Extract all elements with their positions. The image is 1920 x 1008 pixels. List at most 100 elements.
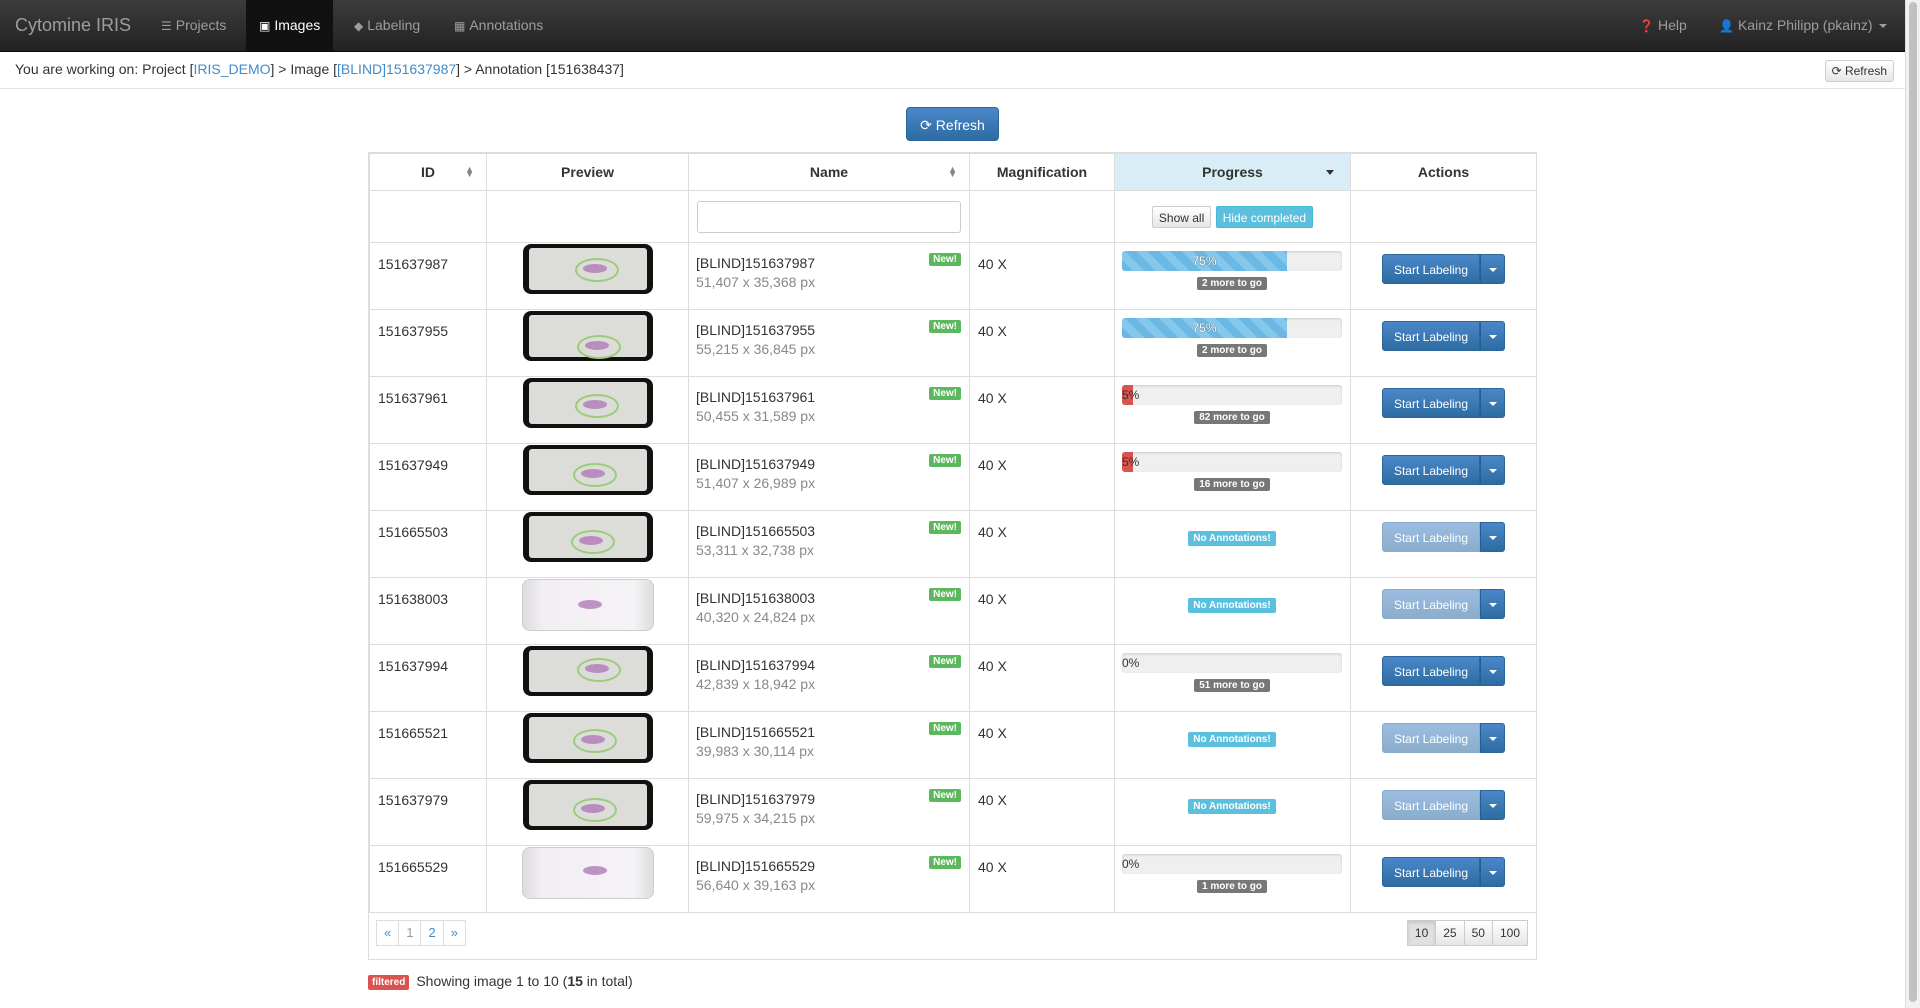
page-size-50[interactable]: 50 — [1463, 920, 1493, 946]
start-labeling-dropdown[interactable] — [1480, 321, 1505, 351]
image-thumbnail[interactable] — [522, 780, 653, 830]
cell-actions: Start Labeling — [1350, 778, 1537, 846]
image-thumbnail[interactable] — [522, 311, 653, 361]
start-labeling-dropdown[interactable] — [1480, 388, 1505, 418]
start-labeling-button[interactable]: Start Labeling — [1382, 656, 1480, 686]
pagination-next[interactable]: » — [442, 920, 466, 946]
image-thumbnail[interactable] — [522, 445, 653, 495]
tissue-graphic — [578, 536, 603, 545]
pagination-prev[interactable]: « — [376, 920, 400, 946]
breadcrumb-project-link[interactable]: IRIS_DEMO — [193, 61, 270, 77]
start-labeling-button[interactable]: Start Labeling — [1382, 455, 1480, 485]
start-labeling-button[interactable]: Start Labeling — [1382, 254, 1480, 284]
progress-bar: 5% — [1122, 385, 1342, 405]
cell-progress: No Annotations! — [1114, 711, 1351, 779]
start-labeling-dropdown[interactable] — [1480, 857, 1505, 887]
refresh-button[interactable]: ⟳ Refresh — [906, 107, 999, 141]
image-thumbnail[interactable] — [522, 646, 653, 696]
start-labeling-group: Start Labeling — [1382, 388, 1505, 418]
nav-annotations[interactable]: ▦ Annotations — [441, 0, 556, 51]
start-labeling-button[interactable]: Start Labeling — [1382, 388, 1480, 418]
start-labeling-group: Start Labeling — [1382, 857, 1505, 887]
image-dimensions: 51,407 x 35,368 px — [696, 274, 816, 290]
page-scrollbar[interactable] — [1905, 0, 1920, 1008]
table-row[interactable]: 151637994 [BLIND]151637994 42,839 x 18,9… — [369, 644, 1537, 712]
pagination-page-1[interactable]: 1 — [398, 920, 422, 946]
nav-labeling[interactable]: ◆ Labeling — [341, 0, 433, 51]
table-row[interactable]: 151637949 [BLIND]151637949 51,407 x 26,9… — [369, 443, 1537, 511]
page-size-25[interactable]: 25 — [1435, 920, 1465, 946]
image-name: [BLIND]151637949 — [696, 456, 816, 472]
header-id[interactable]: ID ▲ ▼ — [369, 153, 487, 191]
start-labeling-dropdown[interactable] — [1480, 723, 1505, 753]
table-row[interactable]: 151637987 [BLIND]151637987 51,407 x 35,3… — [369, 242, 1537, 310]
cell-progress: 0% 51 more to go — [1114, 644, 1351, 712]
start-labeling-button[interactable]: Start Labeling — [1382, 723, 1480, 753]
cell-preview — [486, 510, 689, 578]
cell-progress: No Annotations! — [1114, 577, 1351, 645]
refresh-button-label: Refresh — [935, 117, 985, 133]
image-thumbnail[interactable] — [521, 847, 654, 899]
header-progress[interactable]: Progress — [1114, 153, 1351, 191]
image-thumbnail[interactable] — [522, 378, 653, 428]
breadcrumb: You are working on: Project [IRIS_DEMO] … — [15, 61, 624, 77]
start-labeling-dropdown[interactable] — [1480, 254, 1505, 284]
start-labeling-dropdown[interactable] — [1480, 790, 1505, 820]
hide-completed-button[interactable]: Hide completed — [1215, 205, 1314, 228]
nav-projects[interactable]: ☰ Projects — [148, 0, 239, 51]
table-row[interactable]: 151665503 [BLIND]151665503 53,311 x 32,7… — [369, 510, 1537, 578]
table-row[interactable]: 151637979 [BLIND]151637979 59,975 x 34,2… — [369, 778, 1537, 846]
magnification-value: 40 X — [978, 725, 1007, 741]
cell-actions: Start Labeling — [1350, 242, 1537, 310]
start-labeling-button[interactable]: Start Labeling — [1382, 321, 1480, 351]
start-labeling-button[interactable]: Start Labeling — [1382, 589, 1480, 619]
pagination-page-2[interactable]: 2 — [420, 920, 444, 946]
cell-actions: Start Labeling — [1350, 577, 1537, 645]
image-thumbnail[interactable] — [521, 579, 654, 631]
start-labeling-dropdown[interactable] — [1480, 589, 1505, 619]
start-labeling-button[interactable]: Start Labeling — [1382, 857, 1480, 887]
name-filter-input[interactable] — [697, 200, 961, 233]
page-size-selector: 10 25 50 100 — [1406, 920, 1528, 946]
table-row[interactable]: 151638003 [BLIND]151638003 40,320 x 24,8… — [369, 577, 1537, 645]
breadcrumb-refresh-button[interactable]: ⟳ Refresh — [1824, 60, 1894, 82]
start-labeling-dropdown[interactable] — [1480, 455, 1505, 485]
header-name[interactable]: Name ▲ ▼ — [688, 153, 970, 191]
breadcrumb-image-link[interactable]: [BLIND]151637987 — [337, 61, 456, 77]
table-row[interactable]: 151665529 [BLIND]151665529 56,640 x 39,1… — [369, 845, 1537, 913]
image-thumbnail[interactable] — [522, 244, 653, 294]
scrollbar-thumb[interactable] — [1909, 2, 1917, 1002]
nav-help[interactable]: ❓ Help — [1626, 0, 1700, 51]
image-dimensions: 53,311 x 32,738 px — [696, 542, 815, 558]
page-size-100[interactable]: 100 — [1491, 920, 1528, 946]
start-labeling-button[interactable]: Start Labeling — [1382, 790, 1480, 820]
user-menu[interactable]: 👤 Kainz Philipp (pkainz) — [1706, 0, 1900, 51]
progress-bar: 75% — [1122, 318, 1342, 338]
list-icon: ☰ — [161, 19, 172, 33]
new-badge: New! — [929, 521, 961, 534]
table-row[interactable]: 151637961 [BLIND]151637961 50,455 x 31,5… — [369, 376, 1537, 444]
header-magnification: Magnification — [969, 153, 1115, 191]
start-labeling-dropdown[interactable] — [1480, 522, 1505, 552]
pagination: « 1 2 » — [376, 920, 466, 946]
magnification-value: 40 X — [978, 323, 1007, 339]
image-dimensions: 40,320 x 24,824 px — [696, 609, 816, 625]
start-labeling-dropdown[interactable] — [1480, 656, 1505, 686]
show-all-button[interactable]: Show all — [1151, 205, 1212, 228]
image-thumbnail[interactable] — [522, 713, 653, 763]
cell-magnification: 40 X — [969, 510, 1115, 578]
cell-id: 151637949 — [369, 443, 487, 511]
brand-logo[interactable]: Cytomine IRIS — [15, 15, 131, 36]
tissue-graphic — [582, 866, 607, 875]
page-size-10[interactable]: 10 — [1406, 920, 1437, 946]
cell-actions: Start Labeling — [1350, 644, 1537, 712]
start-labeling-button[interactable]: Start Labeling — [1382, 522, 1480, 552]
new-badge: New! — [929, 253, 961, 266]
start-labeling-group: Start Labeling — [1382, 790, 1505, 820]
nav-images[interactable]: ▣ Images — [246, 0, 334, 51]
table-row[interactable]: 151665521 [BLIND]151665521 39,983 x 30,1… — [369, 711, 1537, 779]
table-row[interactable]: 151637955 [BLIND]151637955 55,215 x 36,8… — [369, 309, 1537, 377]
image-thumbnail[interactable] — [522, 512, 653, 562]
image-id: 151665503 — [378, 524, 449, 540]
magnification-value: 40 X — [978, 859, 1007, 875]
